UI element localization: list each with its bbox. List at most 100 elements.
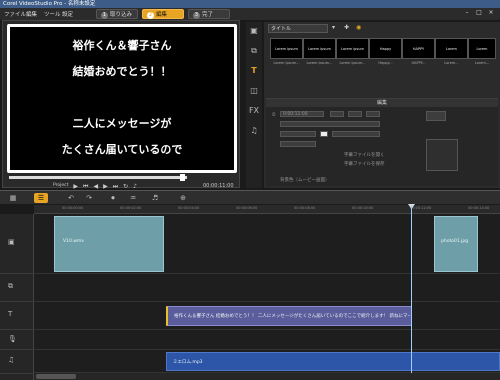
timeline-ruler[interactable]: 00:00:00:00 00:00:02:00 00:00:04:00 00:0… <box>34 205 500 214</box>
title-thumbnail[interactable]: Lorem <box>468 38 496 59</box>
graphic-icon[interactable]: ◫ <box>248 86 260 96</box>
voice-track-icon[interactable]: 🎙 <box>8 335 17 343</box>
audio-clip-label: ミエロム.mp3 <box>173 360 203 365</box>
thumbnail-label: Happy... <box>378 61 393 65</box>
audio-icon[interactable]: ♫ <box>248 126 260 136</box>
mixer-icon[interactable]: ♒ <box>126 193 140 203</box>
project-mode-label[interactable]: Project <box>53 183 68 189</box>
photo-clip-label: photo01.jpg <box>441 239 469 244</box>
audio-clip[interactable]: ミエロム.mp3 <box>166 352 500 371</box>
next-frame-icon[interactable]: ▶ <box>103 183 108 190</box>
scrollbar-thumb[interactable] <box>36 374 76 379</box>
options-icon[interactable]: ◉ <box>356 24 361 31</box>
title-thumbnail[interactable]: Lorem <box>435 38 468 59</box>
title-thumbnail[interactable]: Happy <box>369 38 402 59</box>
align-grid-button[interactable] <box>426 111 446 121</box>
scrub-bar[interactable] <box>9 176 187 179</box>
thumbnail-text: Happy <box>379 47 392 51</box>
line-spacing-select[interactable] <box>332 131 380 137</box>
menu-edit[interactable]: 編集 <box>26 10 37 18</box>
repeat-icon[interactable]: ↻ <box>123 183 128 190</box>
tab-edit[interactable]: 2 編集 <box>142 9 184 19</box>
record-icon[interactable]: ⏺ <box>106 193 120 203</box>
menu-file[interactable]: ファイル <box>4 10 26 18</box>
thumbnail-label: Lorem... <box>474 61 490 65</box>
library-category-bar: ▣ ⧉ T ◫ FX ♫ <box>246 22 262 188</box>
duration-value: 0:00:11:00 <box>283 112 308 117</box>
video-icon[interactable]: ▣ <box>248 26 260 36</box>
end-icon[interactable]: ⏭ <box>113 183 118 190</box>
bold-button[interactable] <box>330 111 344 117</box>
music-track: ミエロム.mp3 <box>34 350 500 373</box>
title-thumbnail[interactable]: Lorem ipsum <box>270 38 303 59</box>
maximize-icon[interactable]: □ <box>474 9 484 17</box>
photo-clip[interactable]: photo01.jpg <box>434 216 478 272</box>
title-clip[interactable]: 裕作くん＆響子さん 結婚おめでとう！！ 二人にメッセージがたくさん届いているので… <box>166 306 412 326</box>
title-thumbnail[interactable]: HAPPY <box>402 38 435 59</box>
fx-icon[interactable]: FX <box>248 106 260 116</box>
video-clip[interactable]: V10.wmv <box>54 216 164 272</box>
transition-icon[interactable]: ⧉ <box>248 46 260 56</box>
category-dropdown[interactable]: タイトル <box>268 24 328 33</box>
step-number: 3 <box>193 12 200 19</box>
close-icon[interactable]: × <box>486 9 496 17</box>
volume-icon[interactable]: ♪ <box>133 183 137 190</box>
preview-screen[interactable]: 裕作くん＆響子さん 結婚おめでとう！！ 二人にメッセージが たくさん届いているの… <box>7 24 237 173</box>
video-track: V10.wmv photo01.jpg <box>34 214 500 274</box>
prev-frame-icon[interactable]: ◀ <box>93 183 98 190</box>
save-style-file-link[interactable]: 字幕ファイルを保存 <box>344 161 385 167</box>
title-thumbnail[interactable]: Lorem ipsum <box>303 38 336 59</box>
italic-button[interactable] <box>348 111 362 117</box>
preview-panel: 裕作くん＆響子さん 結婚おめでとう！！ 二人にメッセージが たくさん届いているの… <box>2 20 240 190</box>
video-clip-label: V10.wmv <box>63 239 84 244</box>
thumbnail-label: Lorem ipsum... <box>306 61 333 65</box>
timeline-toolbar: ▦ ☰ ↶ ↷ ⏺ ♒ ♬ ⊕ <box>0 190 500 205</box>
preview-text-line: 結婚おめでとう！！ <box>72 65 172 78</box>
redo-icon[interactable]: ↷ <box>82 193 96 203</box>
playhead[interactable] <box>411 205 412 377</box>
tab-edit-label: 編集 <box>156 12 168 18</box>
video-track-icon[interactable]: ▣ <box>8 238 15 246</box>
title-thumbnail[interactable]: Lorem ipsum <box>336 38 369 59</box>
font-size-select[interactable] <box>280 131 316 137</box>
duration-field[interactable]: 0:00:11:00 <box>280 111 324 117</box>
add-icon[interactable]: ✚ <box>344 24 349 31</box>
alignment-select[interactable] <box>280 141 316 147</box>
zoom-icon[interactable]: ⊕ <box>176 193 190 203</box>
tab-share[interactable]: 3 完了 <box>188 9 230 19</box>
step-number: 2 <box>147 12 154 19</box>
preview-text-line: 二人にメッセージが <box>72 117 172 130</box>
storyboard-view-icon[interactable]: ▦ <box>6 193 20 203</box>
ruler-tick-label: 00:00:12:00 <box>410 206 432 210</box>
tab-capture[interactable]: 1 取り込み <box>96 9 138 19</box>
ruler-tick-label: 00:00:06:00 <box>236 206 258 210</box>
undo-icon[interactable]: ↶ <box>64 193 78 203</box>
play-icon[interactable]: ▶ <box>73 183 78 190</box>
thumbnail-label: HAPPY... <box>411 61 426 65</box>
timeline-view-icon[interactable]: ☰ <box>34 193 48 203</box>
scrub-handle[interactable] <box>179 174 185 181</box>
video-track-header: ▣ <box>0 214 34 274</box>
music-track-icon[interactable]: ♫ <box>8 356 14 364</box>
title-icon[interactable]: T <box>248 66 260 76</box>
underline-button[interactable] <box>366 111 380 117</box>
title-track-icon[interactable]: T <box>8 310 12 318</box>
menu-settings[interactable]: 設定 <box>62 10 73 18</box>
timeline-scrollbar[interactable] <box>34 373 500 380</box>
auto-music-icon[interactable]: ♬ <box>148 193 162 203</box>
alignment-grid[interactable] <box>426 139 458 171</box>
voice-track <box>34 330 500 350</box>
preview-text-line: 裕作くん＆響子さん <box>72 39 172 52</box>
text-background-option[interactable]: 背景色（ムービー画面） <box>280 177 330 183</box>
home-icon[interactable]: ⏮ <box>83 183 88 190</box>
font-color-swatch[interactable] <box>320 131 328 137</box>
chevron-down-icon[interactable]: ▾ <box>332 24 335 31</box>
overlay-track-icon[interactable]: ⧉ <box>8 282 13 291</box>
open-style-file-link[interactable]: 字幕ファイルを開く <box>344 152 385 158</box>
library-panel: タイトル ▾ ✚ ◉ Lorem ipsum Lorem ipsum... Lo… <box>264 22 500 188</box>
menu-tools[interactable]: ツール <box>44 10 61 18</box>
minimize-icon[interactable]: – <box>462 9 472 17</box>
track-headers: ▣ ⧉ T 🎙 ♫ <box>0 214 34 380</box>
font-select[interactable] <box>280 121 380 127</box>
tab-share-label: 完了 <box>202 12 214 18</box>
